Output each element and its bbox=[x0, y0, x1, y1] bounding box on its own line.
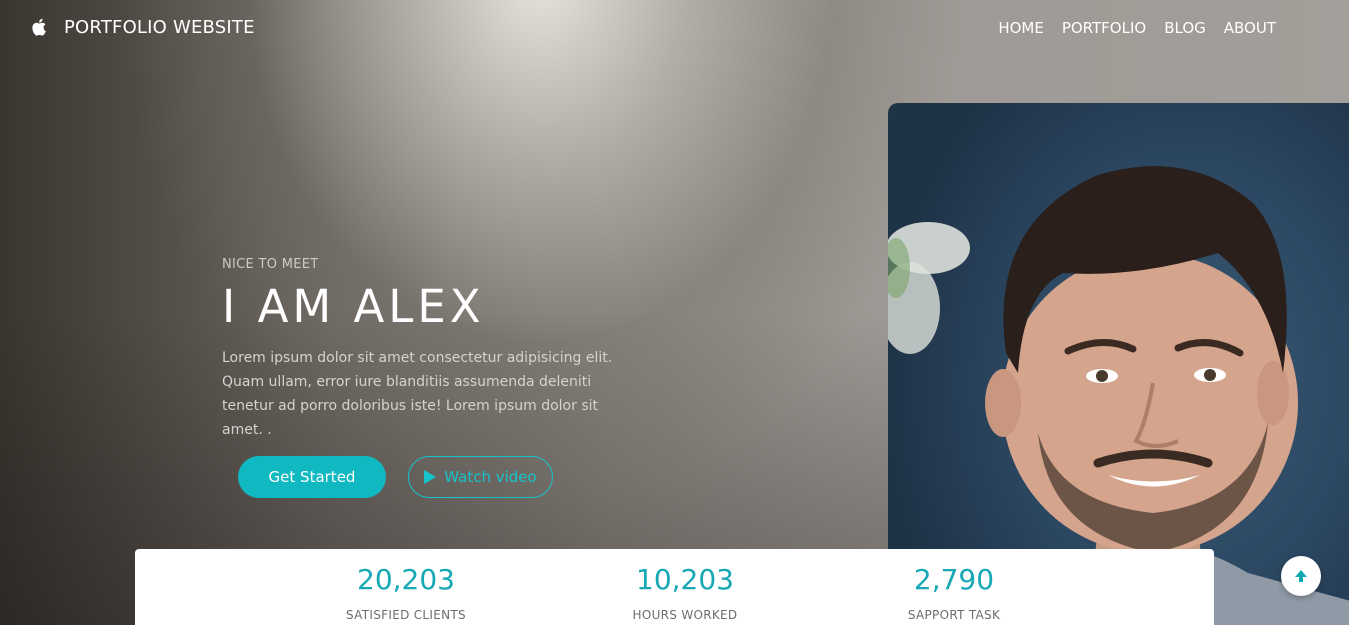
stat-item: 10,203 HOURS WORKED bbox=[620, 563, 750, 622]
stat-value: 10,203 bbox=[636, 563, 734, 596]
nav-portfolio[interactable]: PORTFOLIO bbox=[1062, 19, 1146, 37]
main-nav: HOME PORTFOLIO BLOG ABOUT bbox=[998, 19, 1276, 37]
arrow-up-icon bbox=[1295, 570, 1307, 582]
stat-value: 20,203 bbox=[357, 563, 455, 596]
get-started-button[interactable]: Get Started bbox=[238, 456, 386, 498]
profile-photo bbox=[888, 103, 1349, 625]
stat-label: HOURS WORKED bbox=[632, 608, 738, 622]
stat-item: 2,790 SAPPORT TASK bbox=[889, 563, 1019, 622]
hero-description: Lorem ipsum dolor sit amet consectetur a… bbox=[222, 350, 613, 438]
scroll-top-button[interactable] bbox=[1281, 556, 1321, 596]
watch-video-button[interactable]: Watch video bbox=[408, 456, 553, 498]
stat-label: SATISFIED CLIENTS bbox=[346, 608, 466, 622]
stat-value: 2,790 bbox=[913, 563, 995, 596]
hero-section: PORTFOLIO WEBSITE HOME PORTFOLIO BLOG AB… bbox=[0, 0, 1349, 625]
watch-video-label: Watch video bbox=[444, 468, 537, 486]
hero-eyebrow: NICE TO MEET bbox=[222, 257, 319, 272]
stats-panel: 20,203 SATISFIED CLIENTS 10,203 HOURS WO… bbox=[135, 549, 1214, 625]
stat-label: SAPPORT TASK bbox=[907, 608, 1001, 622]
hero-headline: I AM ALEX bbox=[222, 280, 485, 333]
nav-home[interactable]: HOME bbox=[998, 19, 1044, 37]
nav-blog[interactable]: BLOG bbox=[1164, 19, 1206, 37]
brand-name: PORTFOLIO WEBSITE bbox=[64, 16, 255, 38]
apple-icon bbox=[32, 18, 46, 36]
stat-item: 20,203 SATISFIED CLIENTS bbox=[341, 563, 471, 622]
nav-about[interactable]: ABOUT bbox=[1224, 19, 1276, 37]
play-icon bbox=[424, 470, 437, 484]
portrait-illustration bbox=[888, 166, 1349, 625]
brand-logo[interactable]: PORTFOLIO WEBSITE bbox=[30, 16, 255, 38]
